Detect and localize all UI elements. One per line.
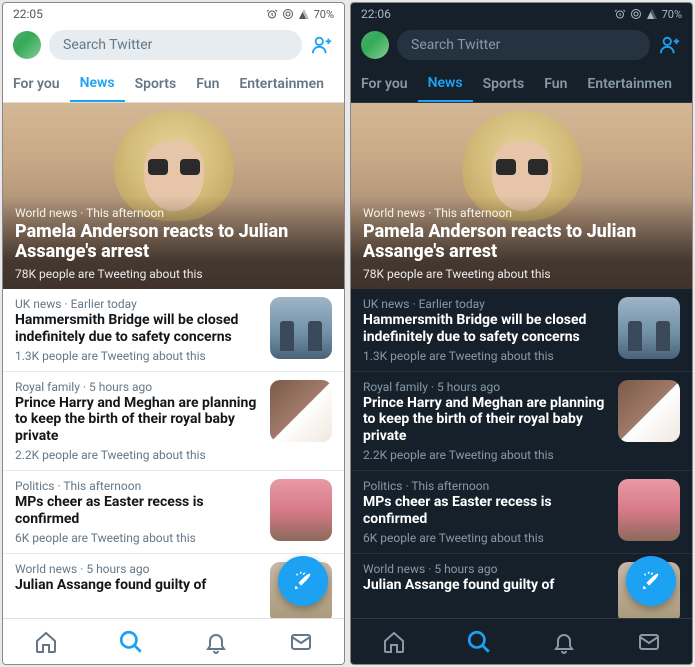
alarm-icon	[266, 8, 278, 20]
avatar[interactable]	[13, 31, 41, 59]
phone-light: 22:05 70% Search Twitter For you News Sp…	[2, 2, 345, 665]
nfc-icon	[630, 8, 642, 20]
status-time: 22:05	[13, 7, 43, 21]
tab-sports[interactable]: Sports	[125, 66, 187, 102]
story-meta: Politics · This afternoon	[15, 479, 260, 493]
story-item[interactable]: UK news · Earlier today Hammersmith Brid…	[351, 289, 692, 372]
story-thumb	[270, 297, 332, 359]
hero-story[interactable]: World news · This afternoon Pamela Ander…	[3, 103, 344, 289]
story-title: Hammersmith Bridge will be closed indefi…	[15, 312, 260, 346]
story-meta: Politics · This afternoon	[363, 479, 608, 493]
nav-messages-icon[interactable]	[288, 629, 314, 655]
story-meta: UK news · Earlier today	[15, 297, 260, 311]
story-thumb	[618, 297, 680, 359]
tab-entertainment[interactable]: Entertainmen	[229, 66, 334, 102]
story-item[interactable]: Royal family · 5 hours ago Prince Harry …	[351, 372, 692, 471]
nav-home-icon[interactable]	[381, 629, 407, 655]
hero-story[interactable]: World news · This afternoon Pamela Ander…	[351, 103, 692, 289]
tab-for-you[interactable]: For you	[351, 66, 418, 102]
story-title: MPs cheer as Easter recess is confirmed	[363, 494, 608, 528]
hero-title: Pamela Anderson reacts to Julian Assange…	[15, 222, 332, 263]
story-item[interactable]: Politics · This afternoon MPs cheer as E…	[3, 471, 344, 554]
top-bar: Search Twitter	[351, 25, 692, 65]
story-meta: UK news · Earlier today	[363, 297, 608, 311]
nfc-icon	[282, 8, 294, 20]
story-meta: Royal family · 5 hours ago	[15, 380, 260, 394]
bottom-nav	[351, 618, 692, 664]
search-placeholder: Search Twitter	[63, 37, 152, 53]
nav-messages-icon[interactable]	[636, 629, 662, 655]
add-friend-icon[interactable]	[658, 33, 682, 57]
status-icons: 70%	[266, 8, 334, 21]
compose-fab[interactable]	[278, 556, 328, 606]
story-item[interactable]: Politics · This afternoon MPs cheer as E…	[351, 471, 692, 554]
story-title: Julian Assange found guilty of	[363, 577, 608, 594]
hero-meta: World news · This afternoon	[15, 206, 332, 220]
hero-title: Pamela Anderson reacts to Julian Assange…	[363, 222, 680, 263]
compose-fab[interactable]	[626, 556, 676, 606]
avatar[interactable]	[361, 31, 389, 59]
story-title: Prince Harry and Meghan are planning to …	[15, 395, 260, 445]
tab-sports[interactable]: Sports	[473, 66, 535, 102]
story-meta: Royal family · 5 hours ago	[363, 380, 608, 394]
story-title: MPs cheer as Easter recess is confirmed	[15, 494, 260, 528]
nav-search-icon[interactable]	[466, 629, 492, 655]
nav-notifications-icon[interactable]	[551, 629, 577, 655]
add-friend-icon[interactable]	[310, 33, 334, 57]
nav-notifications-icon[interactable]	[203, 629, 229, 655]
story-sub: 2.2K people are Tweeting about this	[363, 448, 608, 462]
story-thumb	[270, 380, 332, 442]
story-title: Julian Assange found guilty of	[15, 577, 260, 594]
bottom-nav	[3, 618, 344, 664]
battery-text: 70%	[314, 8, 334, 21]
hero-meta: World news · This afternoon	[363, 206, 680, 220]
tab-news[interactable]: News	[418, 65, 473, 103]
story-meta: World news · 5 hours ago	[15, 562, 260, 576]
signal-icon	[646, 8, 658, 20]
story-item[interactable]: UK news · Earlier today Hammersmith Brid…	[3, 289, 344, 372]
hero-sub: 78K people are Tweeting about this	[363, 267, 680, 281]
hero-sub: 78K people are Tweeting about this	[15, 267, 332, 281]
story-item[interactable]: Royal family · 5 hours ago Prince Harry …	[3, 372, 344, 471]
story-sub: 1.3K people are Tweeting about this	[15, 349, 260, 363]
story-thumb	[618, 380, 680, 442]
status-time: 22:06	[361, 7, 391, 21]
tab-entertainment[interactable]: Entertainmen	[577, 66, 682, 102]
story-title: Hammersmith Bridge will be closed indefi…	[363, 312, 608, 346]
story-meta: World news · 5 hours ago	[363, 562, 608, 576]
search-input[interactable]: Search Twitter	[397, 30, 650, 60]
status-bar: 22:05 70%	[3, 3, 344, 25]
search-placeholder: Search Twitter	[411, 37, 500, 53]
tab-for-you[interactable]: For you	[3, 66, 70, 102]
story-sub: 2.2K people are Tweeting about this	[15, 448, 260, 462]
story-sub: 6K people are Tweeting about this	[363, 531, 608, 545]
tab-fun[interactable]: Fun	[534, 66, 577, 102]
signal-icon	[298, 8, 310, 20]
nav-home-icon[interactable]	[33, 629, 59, 655]
alarm-icon	[614, 8, 626, 20]
top-bar: Search Twitter	[3, 25, 344, 65]
status-bar: 22:06 70%	[351, 3, 692, 25]
story-sub: 6K people are Tweeting about this	[15, 531, 260, 545]
tab-fun[interactable]: Fun	[186, 66, 229, 102]
nav-search-icon[interactable]	[118, 629, 144, 655]
story-sub: 1.3K people are Tweeting about this	[363, 349, 608, 363]
story-thumb	[618, 479, 680, 541]
tabs: For you News Sports Fun Entertainmen	[3, 65, 344, 103]
story-thumb	[270, 479, 332, 541]
story-title: Prince Harry and Meghan are planning to …	[363, 395, 608, 445]
phone-dark: 22:06 70% Search Twitter For you News Sp…	[350, 2, 693, 665]
battery-text: 70%	[662, 8, 682, 21]
tabs: For you News Sports Fun Entertainmen	[351, 65, 692, 103]
tab-news[interactable]: News	[70, 65, 125, 103]
status-icons: 70%	[614, 8, 682, 21]
search-input[interactable]: Search Twitter	[49, 30, 302, 60]
